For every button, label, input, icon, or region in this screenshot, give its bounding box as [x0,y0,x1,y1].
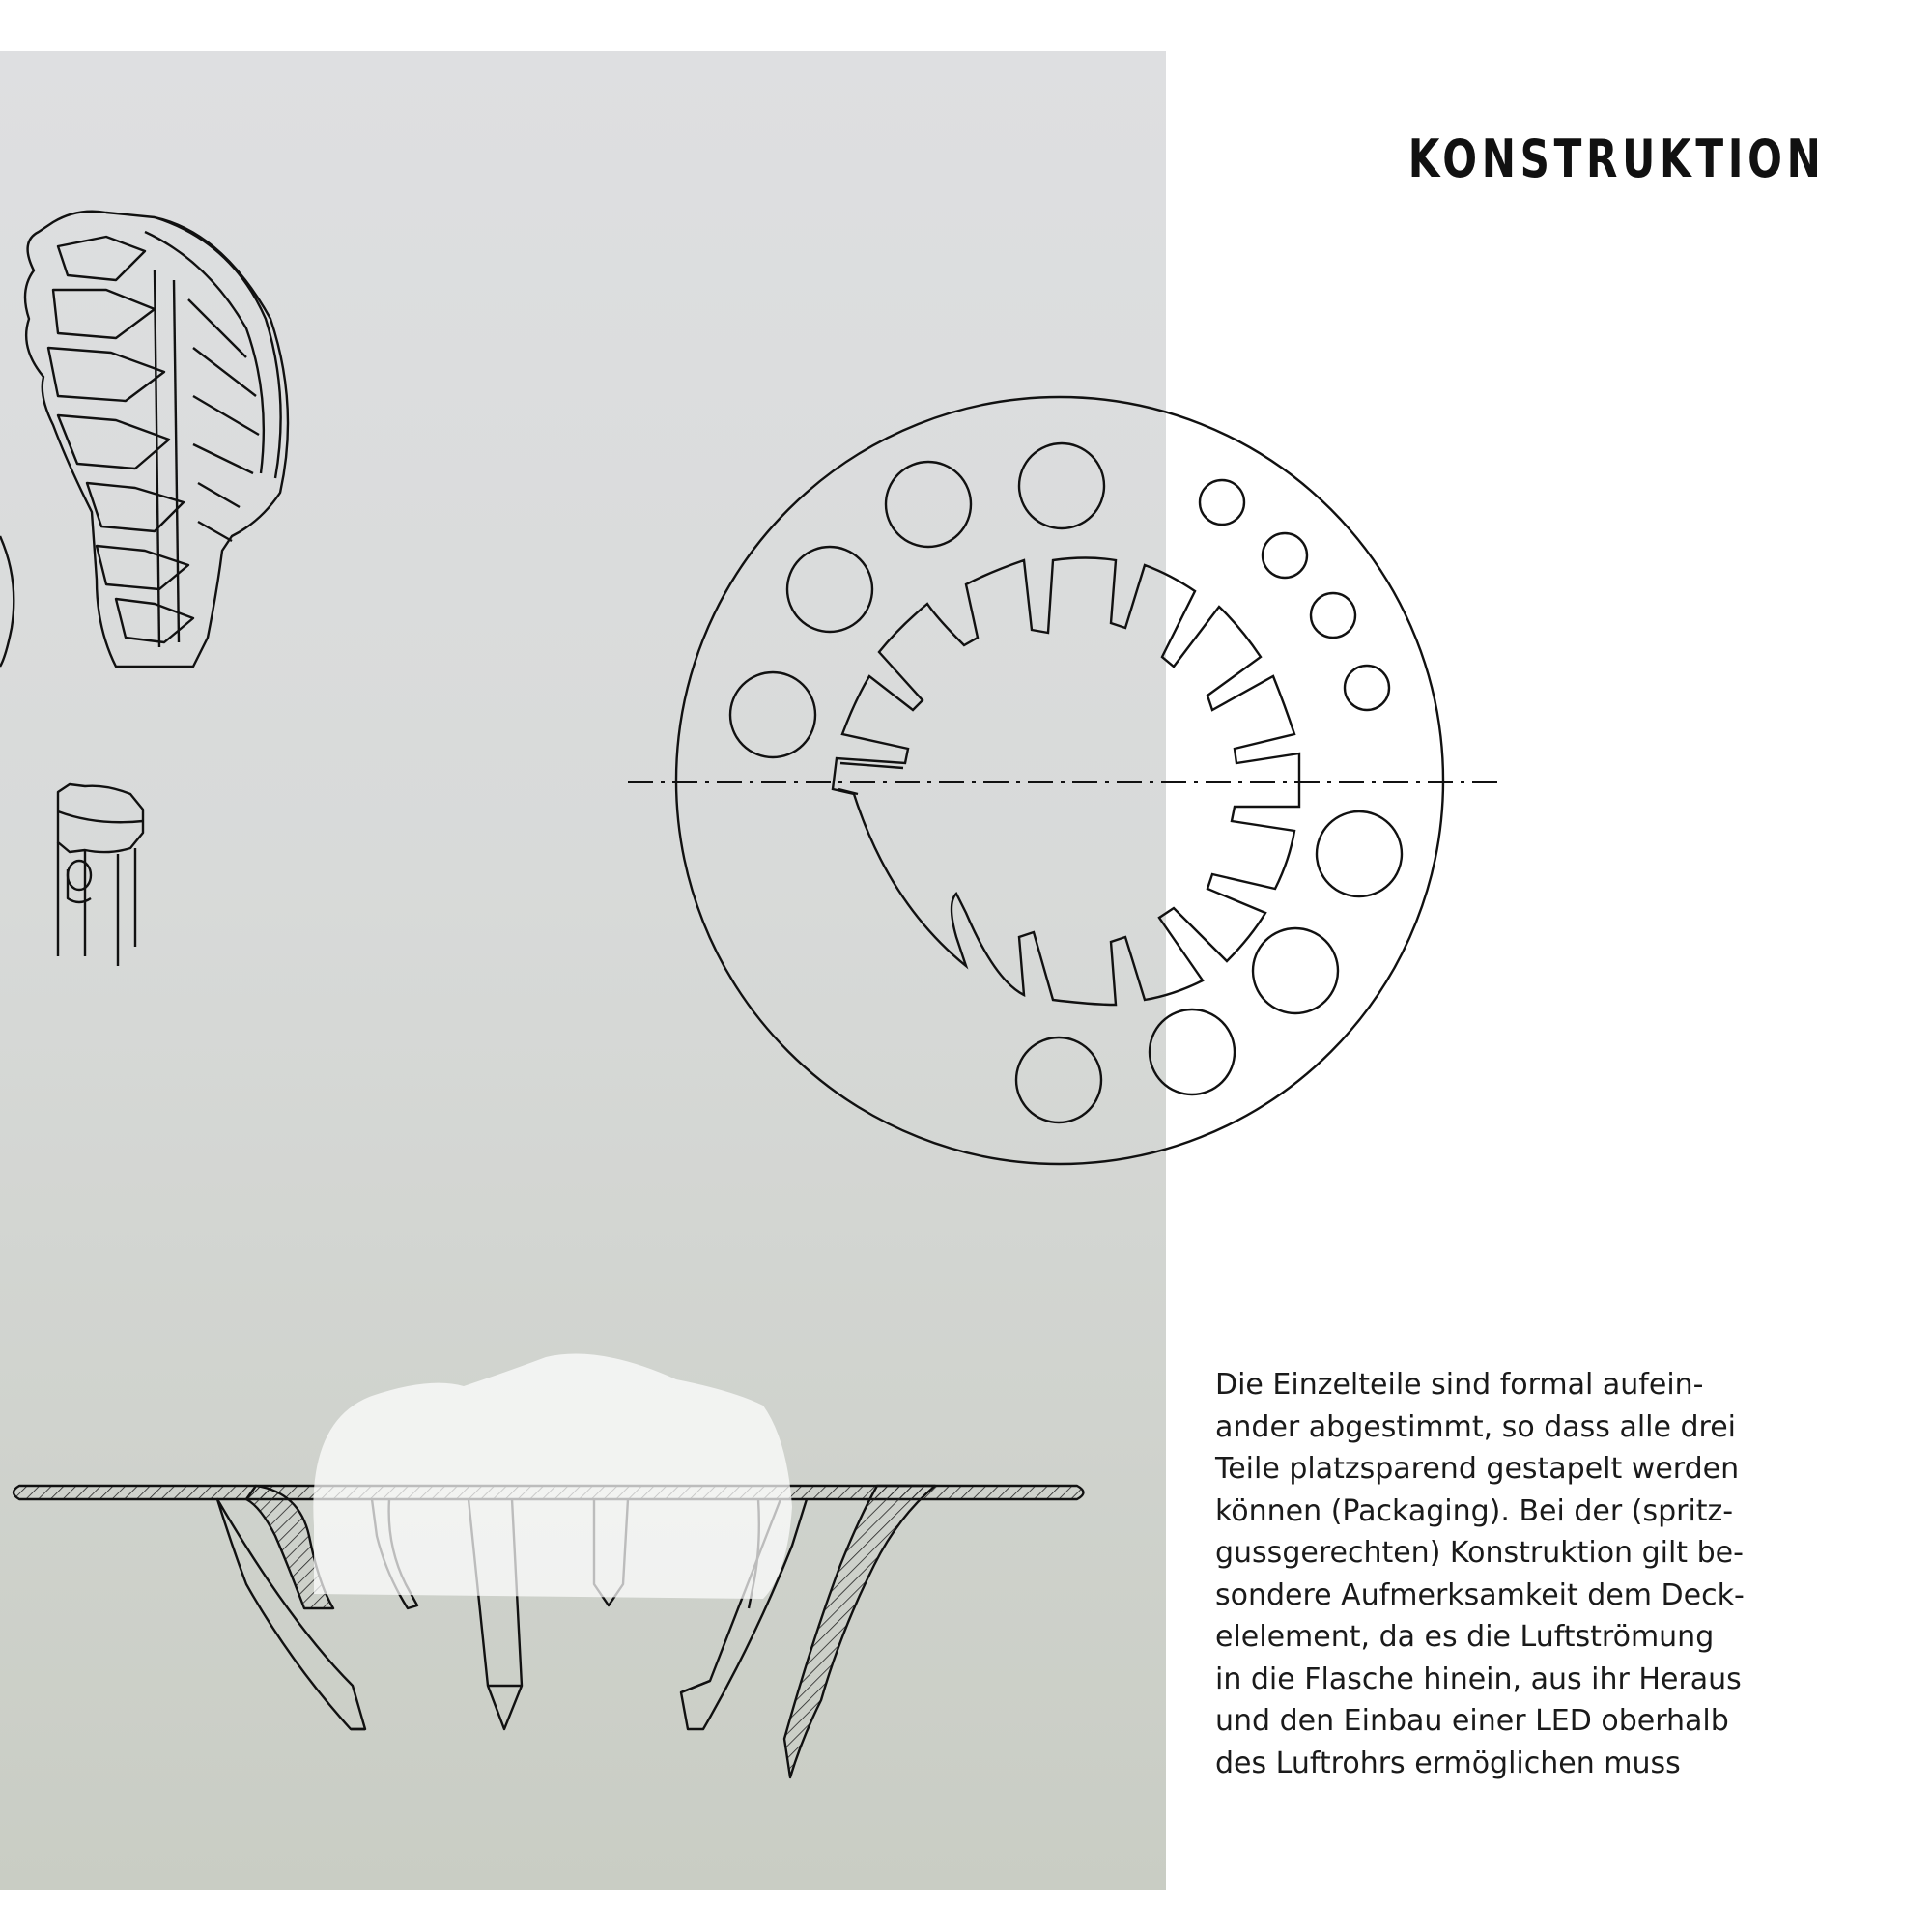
body-line: Teile platzsparend gestapelt werden [1215,1452,1740,1486]
body-paragraph: Die Einzelteile sind formal aufein- ande… [1215,1364,1853,1784]
knob-tube-drawing [56,782,145,966]
body-line: gussgerechten) Konstruktion gilt be- [1215,1536,1744,1570]
body-line: ander abgestimmt, so dass alle drei [1215,1409,1737,1444]
translucent-overlay-shape [313,1353,792,1599]
page-title: KONSTRUKTION [1408,128,1826,189]
isometric-cap-drawing [0,210,290,668]
body-line: sondere Aufmerksamkeit dem Deck- [1215,1577,1745,1612]
body-line: elelement, da es die Luftströmung [1215,1620,1715,1654]
body-line: können (Packaging). Bei der (spritz- [1215,1493,1734,1528]
disc-top-view-drawing [674,395,1445,1166]
body-line: des Luftrohrs ermöglichen muss [1215,1746,1681,1780]
body-line: Die Einzelteile sind formal aufein- [1215,1368,1704,1402]
body-line: in die Flasche hinein, aus ihr Heraus [1215,1662,1742,1696]
body-line: und den Einbau einer LED oberhalb [1215,1704,1729,1738]
